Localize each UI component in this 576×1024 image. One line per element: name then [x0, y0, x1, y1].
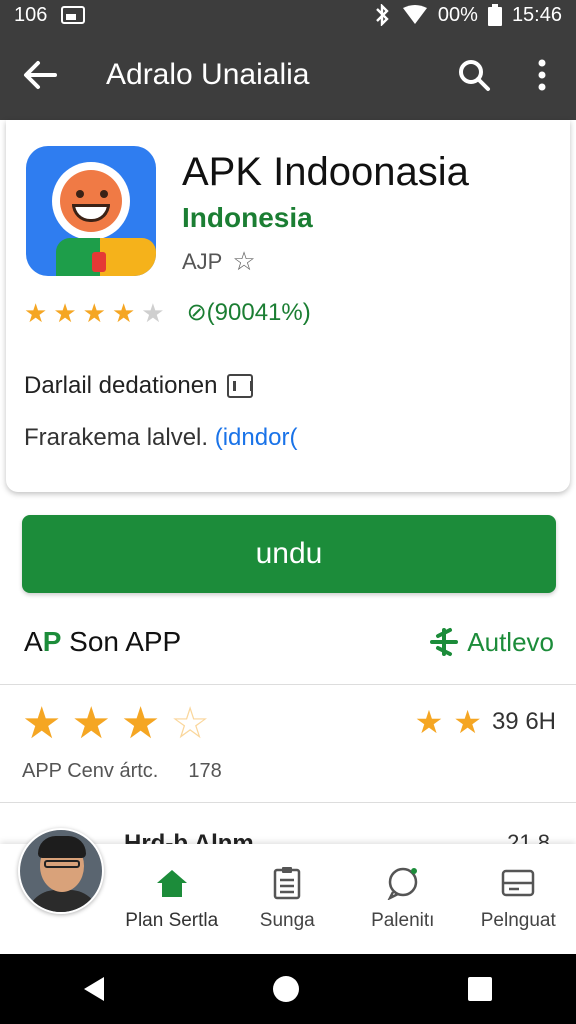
- back-button[interactable]: [0, 30, 80, 120]
- nav-label: Pelnguat: [480, 910, 556, 931]
- star-icon: ★: [53, 297, 77, 328]
- arrow-back-icon: [24, 61, 57, 89]
- clipboard-icon: [269, 866, 305, 900]
- bolt-icon: [430, 628, 459, 656]
- wifi-icon: [402, 5, 427, 24]
- search-button[interactable]: [440, 30, 508, 120]
- star-icon: ★: [24, 297, 48, 328]
- app-icon: [26, 146, 156, 276]
- bottom-navigation: Plan Sertla Sunga Palenitı Pelnguat: [0, 828, 576, 954]
- app-developer[interactable]: Indonesia: [182, 202, 313, 234]
- star-icon: ★: [22, 699, 62, 748]
- wishlist-star-icon[interactable]: ☆: [232, 246, 255, 277]
- app-meta: AJP ☆: [182, 246, 256, 277]
- nav-item-palenit[interactable]: Palenitı: [345, 844, 461, 954]
- app-bar: Adralo Unaialia: [0, 30, 576, 120]
- star-half-icon: ☆: [170, 699, 210, 748]
- avatar[interactable]: [18, 828, 104, 914]
- star-icon: ★: [414, 704, 444, 740]
- section-action-button[interactable]: Autlevo: [429, 626, 554, 658]
- app-info-card: APK Indoonasia Indonesia AJP ☆ ★ ★ ★ ★ ★…: [6, 120, 570, 492]
- status-bar: 106 00% 15:46: [0, 0, 576, 30]
- system-navigation-bar: [0, 954, 576, 1024]
- nav-item-sunga[interactable]: Sunga: [230, 844, 346, 954]
- bluetooth-icon: [376, 4, 389, 26]
- battery-icon: [487, 4, 502, 26]
- star-icon: ★: [111, 297, 136, 328]
- system-home-icon[interactable]: [272, 976, 299, 1002]
- details-row[interactable]: Darlail dedationen: [24, 372, 254, 400]
- list-item-value: 21 8: [507, 830, 550, 844]
- divider: [0, 802, 576, 803]
- divider: [0, 684, 576, 685]
- list-item-title: Hrd-b Alnm: [124, 830, 254, 844]
- app-rating: ★ ★ ★ ★ ★ ⊘(90041%): [24, 298, 311, 327]
- label-row: Frarakema lalvel. (idndor(: [24, 424, 297, 452]
- section-action-label: Autlevo: [467, 626, 554, 657]
- star-icon: ★: [141, 297, 165, 328]
- more-vert-icon: [538, 59, 546, 91]
- review-right: ★ ★ 39 6H: [415, 706, 556, 738]
- label-text: Frarakema lalvel.: [24, 424, 209, 451]
- review-right-value: 39 6H: [491, 708, 556, 735]
- star-icon: ★: [71, 699, 111, 748]
- section-title: AP Son APP: [24, 626, 182, 657]
- status-time-left: 106: [14, 3, 48, 26]
- calendar-icon: [227, 374, 254, 398]
- image-notification-icon: [61, 6, 86, 24]
- nav-items: Plan Sertla Sunga Palenitı Pelnguat: [114, 844, 576, 954]
- star-icon: ★: [82, 297, 106, 328]
- review-summary[interactable]: ★ ★ ★ ☆ APP Cenv ártc. 178 ★ ★ 39 6H: [22, 700, 556, 790]
- verified-badge: ⊘(90041%): [186, 299, 311, 326]
- more-options-button[interactable]: [508, 30, 576, 120]
- review-stars: ★ ★ ★ ☆: [22, 702, 210, 746]
- nav-item-home[interactable]: Plan Sertla: [114, 844, 230, 954]
- search-icon: [459, 60, 490, 91]
- section-header: AP Son APP Autlevo: [24, 622, 554, 662]
- app-bar-title: Adralo Unaialia: [106, 58, 310, 91]
- label-link[interactable]: (idndor(: [215, 424, 298, 451]
- app-name: APK Indoonasia: [182, 150, 469, 194]
- home-icon: [154, 866, 190, 900]
- status-time-right: 15:46: [511, 3, 562, 26]
- star-icon: ★: [453, 704, 482, 740]
- star-icon: ★: [120, 699, 161, 748]
- nav-item-pelnguat[interactable]: Pelnguat: [461, 844, 576, 954]
- system-recents-icon[interactable]: [467, 977, 492, 1001]
- nav-label: Palenitı: [371, 910, 435, 931]
- nav-label: Sunga: [259, 910, 315, 931]
- nav-label: Plan Sertla: [125, 910, 219, 931]
- card-icon: [500, 866, 536, 900]
- system-back-icon[interactable]: [84, 977, 105, 1001]
- review-caption: APP Cenv ártc. 178: [22, 760, 222, 782]
- chat-icon: [385, 866, 421, 900]
- app-meta-text: AJP: [182, 248, 223, 274]
- details-text: Darlail dedationen: [24, 372, 218, 399]
- check-circle-icon: ⊘: [186, 299, 207, 326]
- download-button[interactable]: undu: [22, 515, 556, 593]
- battery-percent: 00%: [437, 3, 478, 26]
